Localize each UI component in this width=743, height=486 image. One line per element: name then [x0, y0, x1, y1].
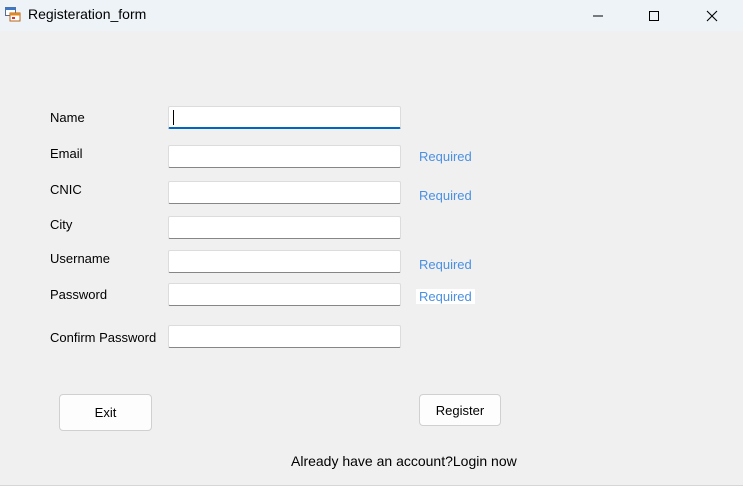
minimize-button[interactable]: [570, 0, 626, 31]
username-label: Username: [50, 251, 110, 266]
cnic-input[interactable]: [168, 181, 401, 204]
cnic-required-text: Required: [419, 188, 472, 203]
maximize-button[interactable]: [626, 0, 682, 31]
name-label: Name: [50, 110, 85, 125]
confirm-password-input[interactable]: [168, 325, 401, 348]
email-label: Email: [50, 146, 83, 161]
email-input[interactable]: [168, 145, 401, 168]
registration-window: Registeration_form Name Email Required C…: [0, 0, 743, 486]
email-required-text: Required: [419, 149, 472, 164]
username-required-text: Required: [419, 257, 472, 272]
cnic-label: CNIC: [50, 182, 82, 197]
confirm-password-label: Confirm Password: [50, 330, 157, 345]
password-required-text: Required: [416, 289, 475, 304]
login-link[interactable]: Already have an account?Login now: [291, 453, 517, 469]
city-input[interactable]: [168, 216, 401, 239]
close-icon: [706, 10, 718, 22]
city-label: City: [50, 217, 73, 232]
window-title: Registeration_form: [28, 6, 147, 22]
close-button[interactable]: [684, 0, 740, 31]
name-input[interactable]: [168, 106, 401, 129]
title-bar[interactable]: Registeration_form: [0, 0, 743, 31]
register-button[interactable]: Register: [419, 394, 501, 426]
text-caret: [173, 110, 174, 125]
maximize-icon: [648, 10, 660, 22]
app-form-icon[interactable]: [5, 6, 21, 22]
username-input[interactable]: [168, 250, 401, 273]
password-input[interactable]: [168, 283, 401, 306]
minimize-icon: [592, 10, 604, 22]
password-label: Password: [50, 287, 108, 302]
exit-button[interactable]: Exit: [59, 394, 152, 431]
